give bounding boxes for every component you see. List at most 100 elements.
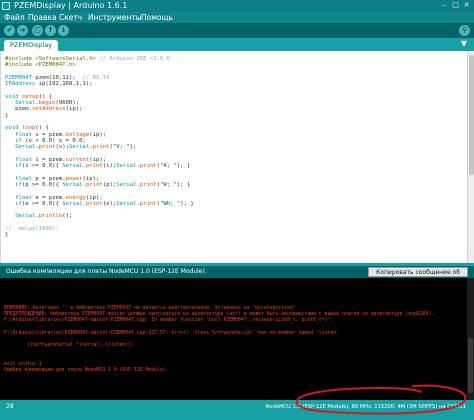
tab-pzemdisplay[interactable]: PZEMDisplay: [4, 40, 59, 51]
code-token: (ip);: [65, 106, 83, 113]
code-token: (ip);: [89, 156, 107, 163]
code-token: pzem(10,11);: [31, 74, 83, 81]
code-token: }: [5, 112, 9, 119]
code-token: (i);: [102, 163, 117, 170]
code-token: Serial: [15, 144, 36, 151]
code-token: // delay(1000);: [5, 226, 59, 233]
console-output[interactable]: ВНИМАНИЕ: Категория '' в библиотеке PZEM…: [0, 278, 474, 400]
code-token: (ip);: [89, 131, 107, 138]
code-token: // Arduino IDE <1.6.6: [95, 56, 171, 62]
code-line[interactable]: }: [5, 232, 194, 238]
code-token: // RX,TX: [82, 74, 110, 81]
code-token: if: [15, 200, 22, 207]
tab-menu-icon[interactable]: ▼: [459, 39, 469, 49]
code-token: (ip);: [85, 194, 103, 201]
code-token: "A; ": [160, 163, 177, 170]
code-token: void: [5, 125, 19, 132]
code-token: #include <PZEM004T.h>: [5, 62, 76, 69]
code-token: );: [129, 144, 137, 151]
code-token: print: [85, 163, 103, 170]
serial-monitor-icon[interactable]: ⚲: [459, 25, 470, 36]
verify-button[interactable]: ✔: [4, 25, 15, 36]
save-sketch-button[interactable]: ↓: [58, 25, 69, 36]
code-token: float: [15, 156, 32, 163]
code-token: (p);: [102, 181, 117, 188]
code-line[interactable]: if(e >= 0.0){ Serial.print(e);Serial.pri…: [5, 201, 194, 207]
code-token: setup: [21, 93, 39, 100]
editor-scrollbar[interactable]: [467, 51, 474, 263]
copy-errors-button[interactable]: Копировать сообщение об ошибках: [368, 267, 468, 286]
code-token: ); }: [176, 163, 191, 170]
window-title: PZEMDisplay | Arduino 1.6.1: [14, 1, 128, 10]
code-token: "Wh; ": [160, 200, 181, 207]
code-token: () {: [35, 125, 49, 132]
code-token: (e);: [102, 200, 117, 207]
upload-button[interactable]: ➜: [17, 25, 28, 36]
maximize-button[interactable]: □: [451, 1, 460, 10]
code-token: Serial: [62, 163, 83, 170]
code-token: ();: [62, 213, 73, 220]
status-message: Ошибка компиляции для платы NodeMCU 1.0 …: [6, 268, 207, 275]
console-line: Ошибка компиляции для платы NodeMCU 1.0 …: [4, 367, 169, 373]
code-token: Serial: [116, 181, 137, 188]
new-sketch-button[interactable]: □: [32, 25, 43, 36]
code-token: power: [65, 175, 83, 182]
minimize-button[interactable]: –: [440, 1, 449, 10]
code-token: (v);: [55, 144, 70, 151]
console-scrollbar[interactable]: [467, 278, 474, 400]
code-line[interactable]: if(i >= 0.0){ Serial.print(i);Serial.pri…: [5, 163, 194, 169]
close-button[interactable]: ✕: [462, 1, 471, 10]
code-token: Serial: [69, 144, 90, 151]
code-token: Serial: [116, 200, 137, 207]
code-token: energy: [65, 194, 86, 201]
menu-tools[interactable]: Инструменты: [88, 12, 142, 23]
open-sketch-button[interactable]: ↑: [45, 25, 56, 36]
code-token: print: [139, 163, 157, 170]
code-token: if: [15, 163, 22, 170]
code-token: print: [85, 181, 103, 188]
code-token: float: [15, 131, 32, 138]
code-token: Serial: [62, 200, 83, 207]
code-token: Serial: [116, 163, 137, 170]
code-token: float: [15, 194, 32, 201]
tabs-bar: PZEMDisplay ▼: [0, 38, 474, 51]
code-token: i = pzem.: [31, 156, 66, 163]
code-token: println: [38, 213, 63, 220]
code-token: Serial: [15, 213, 36, 220]
code-token: ); }: [180, 200, 194, 207]
code-token: print: [139, 200, 157, 207]
code-token: if: [15, 137, 22, 144]
code-token: voltage: [65, 131, 90, 138]
menu-help[interactable]: Помощь: [141, 12, 173, 23]
code-token: ip(192,168,1,1);: [35, 81, 93, 88]
code-token: Serial: [15, 100, 36, 107]
status-bar: Ошибка компиляции для платы NodeMCU 1.0 …: [0, 266, 474, 286]
code-token: (p >= 0.0){: [21, 181, 63, 188]
code-token: }: [5, 232, 9, 239]
code-token: pzem.: [5, 106, 32, 113]
code-token: ); }: [176, 181, 191, 188]
editor-scrollbar-thumb[interactable]: [469, 55, 474, 175]
title-bar: PZEMDisplay | Arduino 1.6.1 – □ ✕: [0, 0, 474, 12]
code-token: (9600);: [55, 100, 80, 107]
code-token: print: [85, 200, 103, 207]
code-token: current: [65, 156, 90, 163]
board-info: NodeMCU 1.0 (ESP-12E Module), 80 MHz, 11…: [265, 404, 466, 410]
menu-file[interactable]: Файл: [4, 12, 25, 23]
code-text[interactable]: #include <SoftwareSerial.h> // Arduino I…: [5, 56, 194, 239]
code-line[interactable]: if(p >= 0.0){ Serial.print(p);Serial.pri…: [5, 182, 194, 188]
code-token: p = pzem.: [31, 175, 66, 182]
menu-sketch[interactable]: Скетч: [59, 12, 82, 23]
console-text: ВНИМАНИЕ: Категория '' в библиотеке PZEM…: [4, 306, 434, 374]
code-token: (ip);: [82, 175, 100, 182]
code-editor[interactable]: #include <SoftwareSerial.h> // Arduino I…: [0, 51, 474, 263]
menu-edit[interactable]: Правка: [28, 12, 57, 23]
code-token: (v < 0.0) v = 0.0;: [21, 137, 86, 144]
console-scrollbar-thumb[interactable]: [468, 338, 473, 393]
line-number: 28: [6, 403, 14, 410]
